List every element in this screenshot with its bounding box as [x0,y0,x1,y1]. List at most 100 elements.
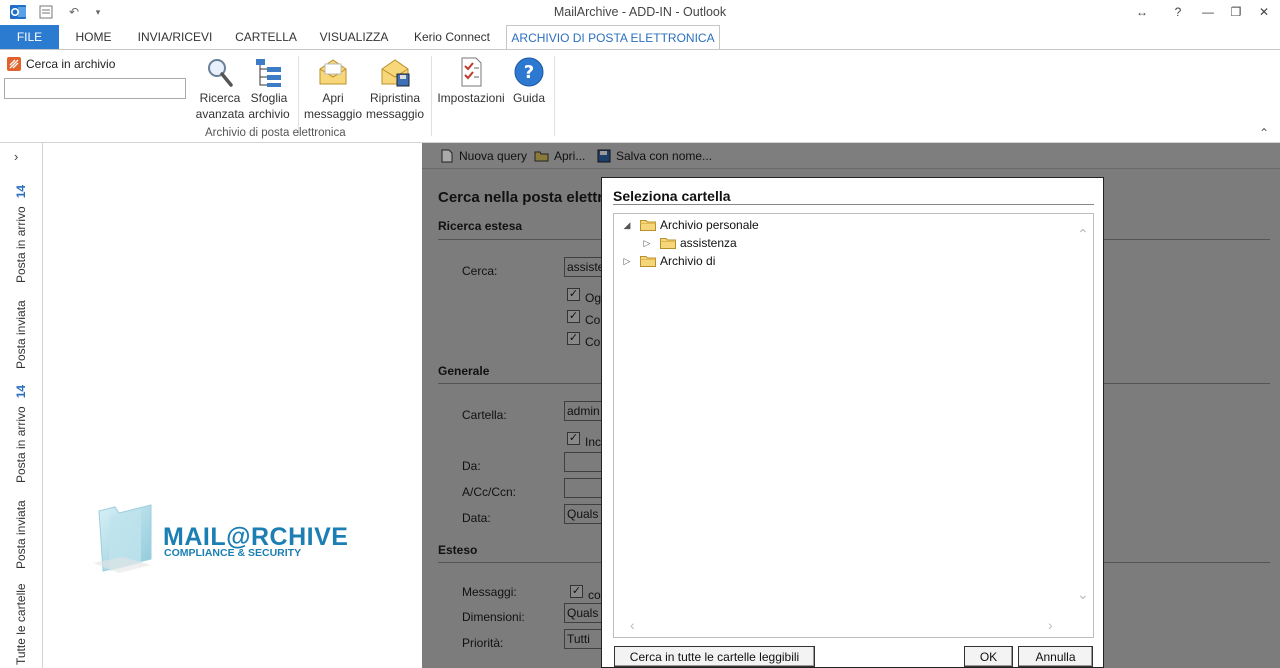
tab-view[interactable]: VISUALIZZA [312,25,396,49]
help-circle-icon: ? [513,56,545,88]
messages-checkbox[interactable]: ✓ [570,585,583,598]
tree-node-assistenza[interactable]: ▷ assistenza [642,235,737,251]
tree-browse-icon [253,56,285,88]
magnifier-icon [204,56,236,88]
attachments-checkbox[interactable]: ✓ [567,332,580,345]
from-field-label: Da: [462,459,481,473]
folder-icon [660,237,676,249]
messages-checkbox-label: co [588,588,601,602]
open-folder-icon [534,151,549,162]
advanced-search-button[interactable]: Ricerca avanzata [195,56,245,122]
scroll-left-icon[interactable]: ‹ [630,617,635,633]
tree-node-label: Archivio di [660,254,716,268]
search-archive-text: Cerca in archivio [26,57,116,71]
search-all-folders-button[interactable]: Cerca in tutte le cartelle leggibili [614,646,815,667]
new-query-button[interactable]: Nuova query [440,149,527,163]
content-checkbox-label: Co [585,313,601,327]
size-field-label: Dimensioni: [462,610,525,624]
include-subfolders-checkbox[interactable]: ✓ [567,432,580,445]
cancel-button[interactable]: Annulla [1018,646,1093,667]
folder-pane-collapsed: › Posta in arrivo14 Posta inviata Posta … [0,143,43,668]
restore-icon[interactable]: ❐ [1222,2,1250,22]
tab-email-archive[interactable]: ARCHIVIO DI POSTA ELETTRONICA [506,25,720,50]
expand-arrow-icon[interactable]: ▷ [622,256,632,267]
subject-checkbox-label: Og [585,291,602,305]
ok-button[interactable]: OK [964,646,1013,667]
to-field-label: A/Cc/Ccn: [462,485,517,499]
open-message-label-2: messaggio [303,107,363,121]
search-title: Cerca nella posta elettr [438,189,604,206]
restore-message-label-1: Ripristina [369,91,420,105]
folder-field-label: Cartella: [462,408,507,422]
open-envelope-icon [317,56,349,88]
new-document-icon [441,149,453,163]
tab-kerio-connect[interactable]: Kerio Connect [404,25,500,49]
nav-sent-1[interactable]: Posta inviata [14,300,28,369]
ribbon-separator [431,56,432,136]
dialog-title: Seleziona cartella [613,188,731,204]
collapse-ribbon-icon[interactable]: ⌃ [1259,126,1269,140]
scroll-up-icon[interactable]: ⌃ [1077,226,1089,243]
restore-message-button[interactable]: Ripristina messaggio [364,56,426,122]
tab-home[interactable]: HOME [66,25,121,49]
open-query-button[interactable]: Apri... [534,149,585,163]
tree-node-archive-of[interactable]: ▷ Archivio di [622,253,716,269]
expand-arrow-icon[interactable]: ▷ [642,238,652,249]
open-message-button[interactable]: Apri messaggio [303,56,363,122]
nav-all-folders[interactable]: Tutte le cartelle [14,583,28,665]
search-field-label: Cerca: [462,264,498,278]
logo-tagline: COMPLIANCE & SECURITY [164,547,302,559]
subject-checkbox[interactable]: ✓ [567,288,580,301]
tab-folder[interactable]: CARTELLA [228,25,304,49]
close-icon[interactable]: ✕ [1250,2,1278,22]
tree-node-label: assistenza [680,236,737,250]
ribbon-separator [298,56,299,136]
title-bar: ↶ ▾ MailArchive - ADD-IN - Outlook ↔ ? —… [0,0,1280,25]
help-icon[interactable]: ? [1164,2,1192,22]
collapse-arrow-icon[interactable]: ◢ [622,220,632,231]
mailarchive-logo [89,497,159,576]
ribbon-separator [554,56,555,136]
help-button[interactable]: ? Guida [508,56,550,106]
settings-button[interactable]: Impostazioni [435,56,507,106]
include-subfolders-label: Inc [585,435,602,449]
window-title: MailArchive - ADD-IN - Outlook [553,5,727,19]
browse-archive-button[interactable]: Sfoglia archivio [246,56,292,122]
folder-icon [640,255,656,267]
restore-message-label-2: messaggio [365,107,425,121]
select-folder-dialog: Seleziona cartella ◢ Archivio personale … [601,177,1104,668]
nav-inbox-1[interactable]: Posta in arrivo14 [14,185,28,283]
folder-icon [640,219,656,231]
search-archive-label: Cerca in archivio [7,57,115,71]
save-as-button[interactable]: Salva con nome... [597,149,712,163]
tab-send-receive[interactable]: INVIA/RICEVI [130,25,220,49]
search-archive-icon [7,57,21,71]
ribbon-display-icon[interactable]: ↔ [1128,2,1156,22]
advanced-search-label-1: Ricerca [199,91,241,105]
search-toolbar: Nuova query Apri... Salva con nome... [422,143,1280,169]
nav-sent-2[interactable]: Posta inviata [14,500,28,569]
scroll-right-icon[interactable]: › [1048,617,1053,633]
search-archive-input[interactable] [4,78,186,99]
tree-node-label: Archivio personale [660,218,759,232]
svg-text:?: ? [524,62,534,83]
browse-archive-label-1: Sfoglia [250,91,288,105]
save-disk-icon [597,149,611,163]
tab-file[interactable]: FILE [0,25,59,49]
minimize-icon[interactable]: — [1194,2,1222,22]
unread-count-badge: 14 [14,184,28,199]
content-checkbox[interactable]: ✓ [567,310,580,323]
folder-tree[interactable]: ◢ Archivio personale ▷ assistenza ▷ Arch… [613,213,1094,638]
open-message-label-1: Apri [322,91,344,105]
scroll-down-icon[interactable]: ⌄ [1077,586,1089,603]
ribbon: Cerca in archivio Ricerca avanzata Sfogl… [0,49,1280,143]
tree-node-personal-archive[interactable]: ◢ Archivio personale [622,217,759,233]
browse-archive-label-2: archivio [248,107,290,121]
dialog-title-divider [613,204,1094,205]
expand-folder-pane-icon[interactable]: › [14,149,18,164]
messages-field-label: Messaggi: [462,585,517,599]
content-pane: MAIL@RCHIVE COMPLIANCE & SECURITY [43,143,422,668]
settings-label: Impostazioni [437,91,505,105]
nav-inbox-2[interactable]: Posta in arrivo14 [14,385,28,483]
priority-field-label: Priorità: [462,636,504,650]
